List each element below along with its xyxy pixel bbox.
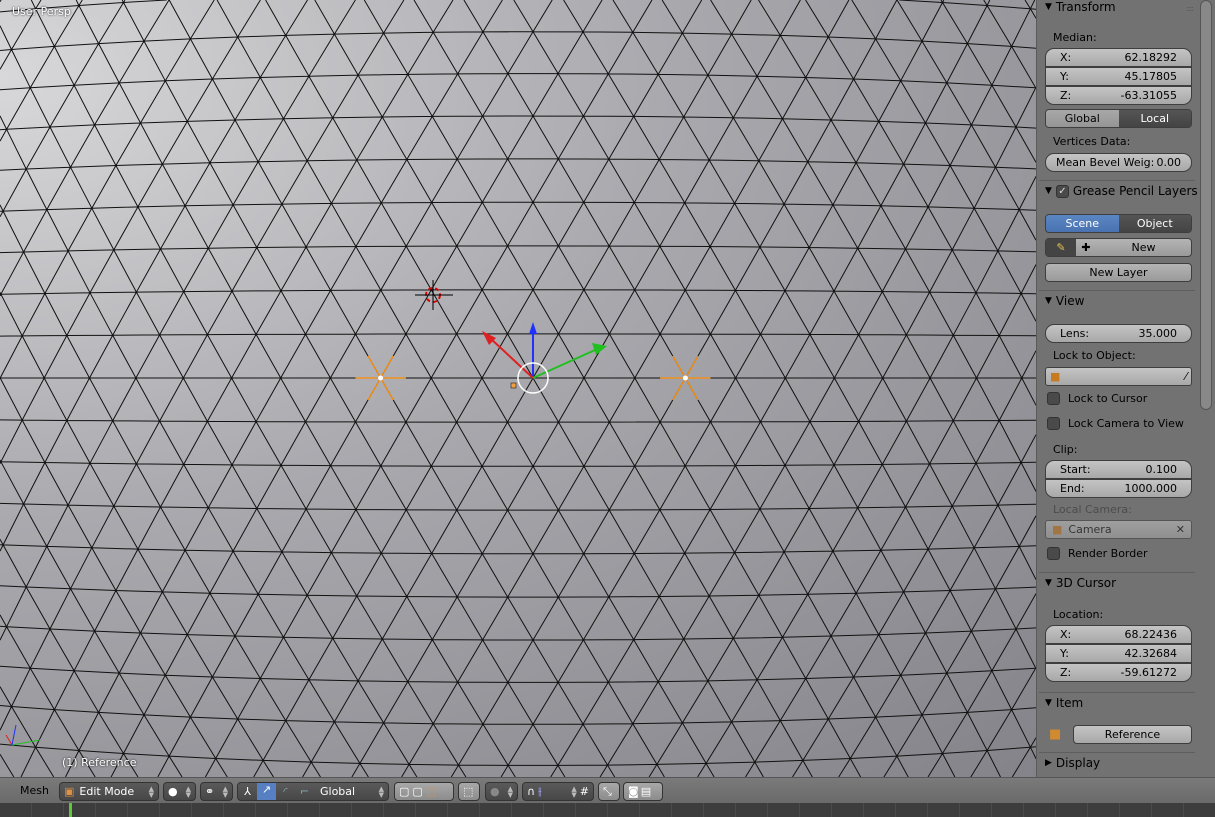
local-camera-field[interactable]: ■ Camera ✕ <box>1045 520 1192 539</box>
select-mode-group: ▢ ▢ ▢ <box>394 782 454 801</box>
manipulator-toggle-icon[interactable]: ⅄ <box>238 785 257 798</box>
scale-icon[interactable]: ⌐ <box>295 785 314 798</box>
selected-edge <box>684 377 699 401</box>
view-header[interactable]: ▼ View <box>1045 294 1084 308</box>
mesh-object-icon: ■ <box>1049 727 1062 742</box>
item-header[interactable]: ▼ Item <box>1045 696 1083 710</box>
mesh-menu[interactable]: Mesh <box>20 784 49 797</box>
viewport-header: Mesh ▣ Edit Mode ▲ ▼ ● ▲ ▼ ⚭ ▲ ▼ ⅄ ↗ ◜ ⌐ Global… <box>0 777 1215 803</box>
view-name: User Persp <box>12 5 71 18</box>
timeline[interactable] <box>0 803 1215 817</box>
grip-icon[interactable]: :::: <box>1186 4 1194 13</box>
cursor-z-field[interactable]: Z: -59.61272 <box>1045 663 1192 682</box>
lock-object-field[interactable]: ■ ⁄ <box>1045 367 1192 386</box>
magnet-icon[interactable]: ∩ <box>527 785 535 798</box>
edit-mode-icon: ▣ <box>64 785 75 798</box>
edge-select-icon[interactable]: ▢ <box>412 785 422 798</box>
selected-edge <box>380 377 394 401</box>
mesh-wireframe <box>0 0 1036 777</box>
selected-edge <box>672 377 686 401</box>
viewport-shading-selector[interactable]: ● ▲ ▼ <box>163 782 196 801</box>
display-header[interactable]: ▶ Display <box>1045 756 1100 770</box>
object-label: (1) Reference <box>62 756 137 769</box>
proportional-edit-selector[interactable]: ● ▲ ▼ <box>485 782 518 801</box>
scene-button[interactable]: Scene <box>1046 215 1119 232</box>
clip-start-field[interactable]: Start: 0.100 <box>1045 460 1192 479</box>
local-button[interactable]: Local <box>1118 110 1191 127</box>
eyedropper-icon[interactable]: ⁄ <box>1185 370 1187 383</box>
grease-source-toggle: Scene Object <box>1045 214 1192 233</box>
new-grease-button[interactable]: ✎ ✚ New <box>1045 238 1192 257</box>
3d-viewport[interactable]: User Persp (1) Reference <box>0 0 1036 777</box>
grease-pencil-checkbox[interactable]: ✓ <box>1055 184 1069 198</box>
selected-edge <box>380 355 394 379</box>
clear-icon[interactable]: ✕ <box>1176 523 1185 536</box>
location-label: Location: <box>1053 608 1104 621</box>
median-x-field[interactable]: X: 62.18292 <box>1045 48 1192 67</box>
rotate-icon[interactable]: ◜ <box>276 785 295 798</box>
median-label: Median: <box>1053 31 1097 44</box>
mesh-edges <box>0 0 1036 777</box>
selected-edge <box>672 355 686 379</box>
mean-bevel-weight-field[interactable]: Mean Bevel Weig: 0.00 <box>1045 153 1192 172</box>
panel-scrollbar[interactable] <box>1200 0 1212 410</box>
lock-object-label: Lock to Object: <box>1053 349 1136 362</box>
new-layer-button[interactable]: New Layer <box>1045 263 1192 282</box>
face-select-icon[interactable]: ▢ <box>426 785 436 798</box>
lock-camera-checkbox[interactable]: Lock Camera to View <box>1047 417 1184 430</box>
snap-element-icon[interactable]: ⫲ <box>538 785 542 799</box>
axis-widget <box>5 724 41 746</box>
current-frame-marker[interactable] <box>69 803 72 817</box>
transform-title: Transform <box>1055 0 1116 14</box>
selected-edge <box>367 377 382 401</box>
median-z-field[interactable]: Z: -63.31055 <box>1045 86 1192 105</box>
clip-label: Clip: <box>1053 443 1078 456</box>
selected-vertex <box>682 375 688 381</box>
clip-end-field[interactable]: End: 1000.000 <box>1045 479 1192 498</box>
selected-edge <box>684 355 699 379</box>
space-toggle: Global Local <box>1045 109 1192 128</box>
vertices-data-label: Vertices Data: <box>1053 135 1131 148</box>
orientation-selector[interactable]: Global <box>314 785 379 798</box>
grease-pencil-header[interactable]: ▼ ✓ Grease Pencil Layers <box>1045 184 1198 198</box>
translate-icon[interactable]: ↗ <box>257 783 276 800</box>
plus-icon: ✚ <box>1081 241 1091 254</box>
pivot-selector[interactable]: ⚭ ▲ ▼ <box>200 782 233 801</box>
limit-selection-icon[interactable]: ⬚ <box>458 782 480 801</box>
opengl-render-icon[interactable]: ⤡ <box>598 782 620 801</box>
item-name-field[interactable]: Reference <box>1073 725 1192 744</box>
selected-vertex <box>378 375 384 381</box>
camera-render-icon[interactable]: ◙ <box>628 785 639 798</box>
properties-panel: ▼ Transform :::: Median: X: 62.18292 Y: 45.… <box>1036 0 1215 777</box>
lens-field[interactable]: Lens: 35.000 <box>1045 324 1192 343</box>
mode-selector[interactable]: ▣ Edit Mode ▲ ▼ <box>59 782 159 801</box>
render-group: ◙ ▤ <box>623 782 663 801</box>
render-border-checkbox[interactable]: Render Border <box>1047 547 1148 560</box>
grease-title: Grease Pencil Layers <box>1072 184 1198 198</box>
cursor-x-field[interactable]: X: 68.22436 <box>1045 625 1192 644</box>
cursor-y-field[interactable]: Y: 42.32684 <box>1045 644 1192 663</box>
global-button[interactable]: Global <box>1046 110 1119 127</box>
lock-cursor-checkbox[interactable]: Lock to Cursor <box>1047 392 1147 405</box>
pencil-icon[interactable]: ✎ <box>1046 239 1076 256</box>
cube-icon: ■ <box>1050 370 1061 383</box>
local-camera-label: Local Camera: <box>1053 503 1132 516</box>
snap-group: ∩ ⫲ ▲ ▼ # <box>522 782 594 801</box>
object-button[interactable]: Object <box>1118 215 1191 232</box>
manipulator-group: ⅄ ↗ ◜ ⌐ Global ▲ ▼ <box>237 782 389 801</box>
transform-header[interactable]: ▼ Transform <box>1045 0 1116 14</box>
cursor-header[interactable]: ▼ 3D Cursor <box>1045 576 1116 590</box>
clapper-icon[interactable]: ▤ <box>641 785 651 798</box>
selected-edge <box>367 355 382 379</box>
snap-target-icon[interactable]: # <box>580 785 589 798</box>
vertex-select-icon[interactable]: ▢ <box>399 785 409 798</box>
median-y-field[interactable]: Y: 45.17805 <box>1045 67 1192 86</box>
